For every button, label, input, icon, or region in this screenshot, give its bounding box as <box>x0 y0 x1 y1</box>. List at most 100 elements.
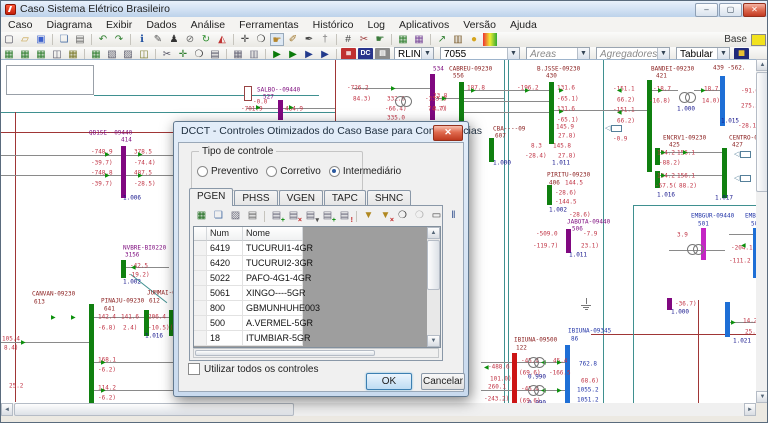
canvas-vscrollbar[interactable]: ▲ ▼ <box>756 59 768 403</box>
tab-shnc[interactable]: SHNC <box>367 190 411 206</box>
table-cell[interactable]: 6420 <box>207 256 243 271</box>
radio-dot-icon[interactable] <box>329 166 340 177</box>
menu-dados[interactable]: Dados <box>139 19 183 31</box>
menu-aplicativos[interactable]: Aplicativos <box>392 19 456 31</box>
radio-preventivo[interactable]: Preventivo <box>197 166 258 177</box>
bus-bar[interactable] <box>121 146 126 198</box>
bus-bar[interactable] <box>722 148 727 198</box>
copy-icon[interactable]: ❏ <box>211 209 226 223</box>
chart-line-icon[interactable]: ↗ <box>435 33 449 46</box>
new-file-icon[interactable]: ▢ <box>2 33 16 46</box>
menu-caso[interactable]: Caso <box>1 19 40 31</box>
window-icon[interactable]: ▭ <box>429 209 444 223</box>
export-screen-icon[interactable]: ▦ <box>194 209 209 223</box>
search-icon[interactable]: ❍ <box>395 209 410 223</box>
redo-icon[interactable]: ↷ <box>112 33 126 46</box>
use-all-controls-checkbox[interactable]: Utilizar todos os controles <box>188 363 319 375</box>
alert-icon[interactable]: ◭ <box>215 33 229 46</box>
refresh-icon[interactable]: ↻ <box>199 33 213 46</box>
zoom-icon[interactable]: ❍ <box>254 33 268 46</box>
base-color-swatch[interactable] <box>751 34 766 46</box>
print-icon[interactable]: ▤ <box>73 33 87 46</box>
paste-icon[interactable]: ▨ <box>228 209 243 223</box>
table-cell[interactable]: TUCURUI2-3GR <box>243 256 303 271</box>
open-folder-icon[interactable]: ▱ <box>18 33 32 46</box>
row-selector[interactable] <box>194 241 207 256</box>
row-selector[interactable] <box>194 271 207 286</box>
canvas-hscrollbar[interactable]: ◄ ► <box>1 403 756 416</box>
save-icon[interactable]: ▣ <box>34 33 48 46</box>
tab-pgen[interactable]: PGEN <box>189 188 233 206</box>
cancel-button[interactable]: Cancelar <box>421 373 465 390</box>
table-cell[interactable]: 5022 <box>207 271 243 286</box>
gradient-icon[interactable] <box>483 33 497 46</box>
print-icon[interactable]: ▤ <box>245 209 260 223</box>
table-cell[interactable]: 5061 <box>207 286 243 301</box>
grid-hash-icon[interactable]: # <box>341 33 355 46</box>
menu-ferramentas[interactable]: Ferramentas <box>232 19 306 31</box>
table-cell[interactable]: TUCURUI1-4GR <box>243 241 303 256</box>
bus-bar[interactable] <box>121 260 126 278</box>
radio-intermediário[interactable]: Intermediário <box>329 166 401 177</box>
close-button[interactable]: ✕ <box>743 3 766 17</box>
filter-icon[interactable]: ▼ <box>361 209 376 223</box>
table-cell[interactable]: 500 <box>207 316 243 331</box>
menu-diagrama[interactable]: Diagrama <box>40 19 100 31</box>
bird-icon[interactable]: ● <box>467 33 481 46</box>
hand2-icon[interactable]: ☛ <box>373 33 387 46</box>
move-icon[interactable]: ✛ <box>238 33 252 46</box>
radio-dot-icon[interactable] <box>266 166 277 177</box>
undo-icon[interactable]: ↶ <box>96 33 110 46</box>
table-cell[interactable]: 18 <box>207 331 243 346</box>
cut-figure-icon[interactable]: ✂ <box>357 33 371 46</box>
vscroll-thumb[interactable] <box>756 72 768 192</box>
highlight-icon[interactable]: ✐ <box>286 33 300 46</box>
tab-tapc[interactable]: TAPC <box>324 190 366 206</box>
tab-vgen[interactable]: VGEN <box>279 190 323 206</box>
radio-corretivo[interactable]: Corretivo <box>266 166 321 177</box>
menu-log[interactable]: Log <box>361 19 393 31</box>
table-cell[interactable]: XINGO----5GR <box>243 286 303 301</box>
row-selector[interactable] <box>194 256 207 271</box>
column-header-num[interactable]: Num <box>207 227 243 241</box>
table-a-icon[interactable]: ▦ <box>396 33 410 46</box>
checkbox-box[interactable] <box>188 363 200 375</box>
minimize-button[interactable]: – <box>695 3 718 17</box>
bus-bar[interactable] <box>547 185 552 205</box>
menu-versão[interactable]: Versão <box>456 19 503 31</box>
table-cell[interactable]: ITUMBIAR-5GR <box>243 331 303 346</box>
menu-análise[interactable]: Análise <box>184 19 232 31</box>
row-selector[interactable] <box>194 331 207 346</box>
chart-bars-icon[interactable]: ▥ <box>451 33 465 46</box>
table-cell[interactable]: 6419 <box>207 241 243 256</box>
search-off-icon[interactable]: ❍ <box>412 209 427 223</box>
table-cell[interactable]: GBMUNHUHE003 <box>243 301 303 316</box>
ok-button[interactable]: OK <box>366 373 412 390</box>
hscroll-thumb[interactable] <box>14 403 294 416</box>
radio-dot-icon[interactable] <box>197 166 208 177</box>
row-selector[interactable] <box>194 301 207 316</box>
row-selector[interactable] <box>194 286 207 301</box>
bus-bar[interactable] <box>725 302 730 337</box>
edit-icon[interactable]: ✎ <box>151 33 165 46</box>
bus-bar[interactable] <box>278 100 283 120</box>
scroll-up-icon[interactable]: ▲ <box>756 59 768 71</box>
filter-clear-icon[interactable]: ▼× <box>378 209 393 223</box>
dialog-close-icon[interactable]: ✕ <box>433 125 463 141</box>
move-row-icon[interactable]: ▤▾ <box>303 209 318 223</box>
copy-icon[interactable]: ❏ <box>57 33 71 46</box>
pan-hand-icon[interactable]: ☛ <box>270 33 284 46</box>
bus-bar[interactable] <box>566 229 571 253</box>
bus-bar[interactable] <box>647 80 652 172</box>
insert-row-icon[interactable]: ▤+ <box>269 209 284 223</box>
pin-icon[interactable]: ✒ <box>302 33 316 46</box>
menu-exibir[interactable]: Exibir <box>99 19 139 31</box>
append-row-icon[interactable]: ▤+ <box>320 209 335 223</box>
maximize-button[interactable]: ▢ <box>719 3 742 17</box>
scroll-right-icon[interactable]: ► <box>744 403 756 416</box>
row-alert-icon[interactable]: ▤! <box>337 209 352 223</box>
table-cell[interactable]: A.VERMEL-5GR <box>243 316 303 331</box>
row-selector-header[interactable] <box>194 227 207 241</box>
bus-bar[interactable] <box>512 353 517 404</box>
tab-phss[interactable]: PHSS <box>234 190 277 206</box>
